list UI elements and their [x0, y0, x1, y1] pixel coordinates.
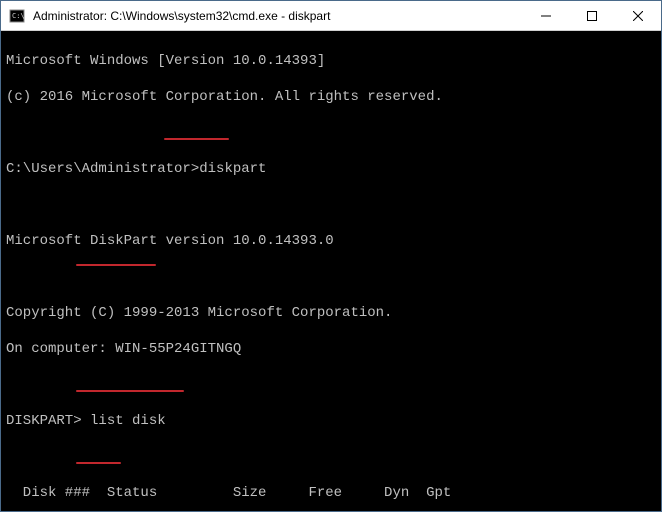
os-version-line: Microsoft Windows [Version 10.0.14393] — [6, 52, 656, 70]
dp-version-line: Microsoft DiskPart version 10.0.14393.0 — [6, 232, 656, 250]
command-list-disk: list disk — [90, 413, 166, 429]
prompt-line-1: C:\Users\Administrator>diskpart — [6, 160, 656, 178]
window-controls — [523, 1, 661, 31]
annotation-underline — [76, 264, 156, 266]
user-prompt: C:\Users\Administrator> — [6, 161, 199, 177]
command-diskpart: diskpart — [199, 161, 266, 177]
on-computer-line: On computer: WIN-55P24GITNGQ — [6, 340, 656, 358]
annotation-underline — [76, 462, 121, 464]
table-header: Disk ### Status Size Free Dyn Gpt — [6, 484, 656, 502]
close-button[interactable] — [615, 1, 661, 31]
svg-text:C:\: C:\ — [12, 12, 25, 20]
annotation-underline — [76, 390, 184, 392]
prompt-line-2: DISKPART> list disk — [6, 412, 656, 430]
terminal-area[interactable]: Microsoft Windows [Version 10.0.14393] (… — [1, 31, 661, 511]
window-title: Administrator: C:\Windows\system32\cmd.e… — [29, 9, 523, 23]
titlebar[interactable]: C:\ Administrator: C:\Windows\system32\c… — [1, 1, 661, 31]
minimize-button[interactable] — [523, 1, 569, 31]
maximize-button[interactable] — [569, 1, 615, 31]
os-copyright-line: (c) 2016 Microsoft Corporation. All righ… — [6, 88, 656, 106]
app-icon: C:\ — [5, 1, 29, 31]
dp-copyright-line: Copyright (C) 1999-2013 Microsoft Corpor… — [6, 304, 656, 322]
cmd-window: C:\ Administrator: C:\Windows\system32\c… — [0, 0, 662, 512]
diskpart-prompt: DISKPART> — [6, 413, 90, 429]
annotation-underline — [164, 138, 229, 140]
